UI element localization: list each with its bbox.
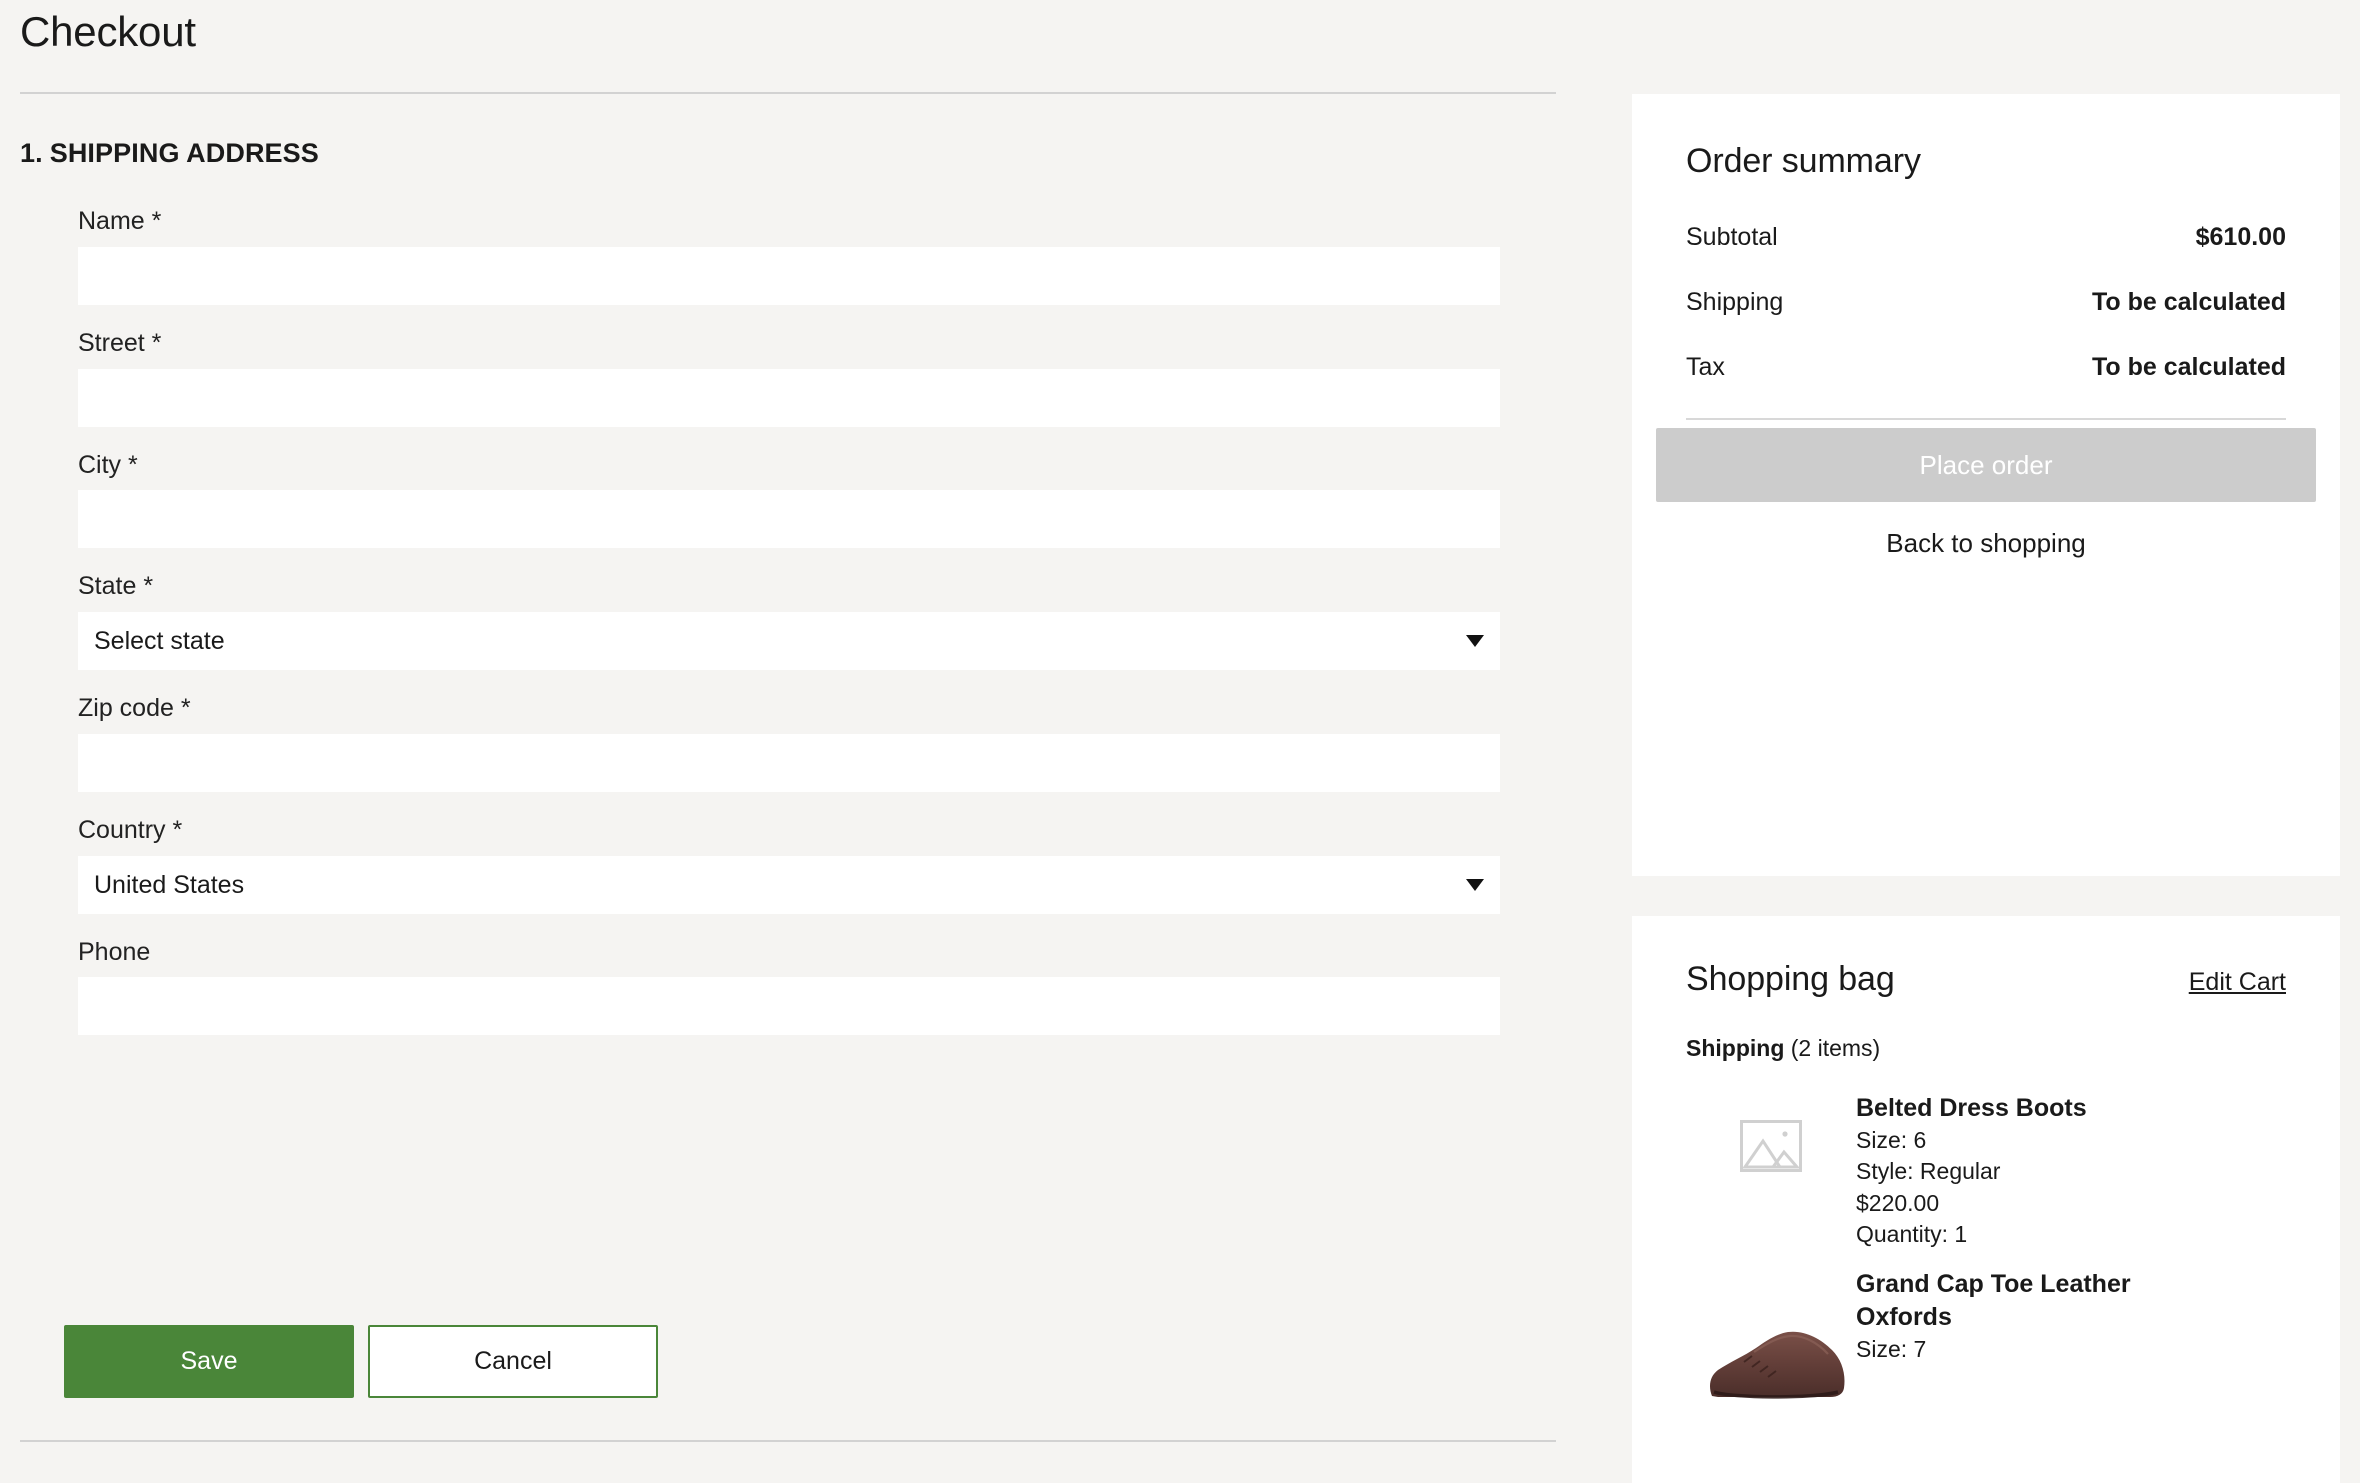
zip-code-input[interactable] bbox=[78, 733, 1500, 792]
field-name: Name * bbox=[78, 205, 1500, 305]
country-select[interactable]: United States bbox=[78, 855, 1500, 914]
summary-label-shipping: Shipping bbox=[1686, 288, 1784, 316]
summary-row-tax: Tax To be calculated bbox=[1686, 353, 2286, 418]
name-input[interactable] bbox=[78, 246, 1500, 305]
place-order-button[interactable]: Place order bbox=[1656, 428, 2316, 502]
product-details: Belted Dress Boots Size: 6 Style: Regula… bbox=[1856, 1090, 2087, 1250]
edit-cart-link[interactable]: Edit Cart bbox=[2189, 968, 2286, 997]
field-state: State * Select state bbox=[78, 570, 1500, 670]
section-number: 1. bbox=[20, 138, 43, 168]
shopping-bag-card: Shopping bag Edit Cart Shipping (2 items… bbox=[1632, 916, 2340, 1483]
product-thumbnail bbox=[1686, 1090, 1856, 1202]
shipping-group-count: (2 items) bbox=[1790, 1035, 1881, 1061]
product-style: Style: Regular bbox=[1856, 1158, 2001, 1185]
city-input[interactable] bbox=[78, 490, 1500, 549]
product-details: Grand Cap Toe Leather Oxfords Size: 7 bbox=[1856, 1266, 2226, 1365]
summary-value-shipping: To be calculated bbox=[2091, 288, 2286, 316]
product-size: Size: 7 bbox=[1856, 1336, 1927, 1363]
field-street: Street * bbox=[78, 327, 1500, 427]
order-summary-title: Order summary bbox=[1686, 142, 1921, 180]
checkout-form-column: Checkout 1. SHIPPING ADDRESS Name * Stree… bbox=[0, 0, 1600, 1483]
header-divider bbox=[20, 92, 1556, 94]
back-to-shopping-link[interactable]: Back to shopping bbox=[1632, 528, 2340, 559]
summary-label-tax: Tax bbox=[1686, 353, 1725, 381]
field-label-country: Country * bbox=[78, 815, 183, 844]
product-size: Size: 6 bbox=[1856, 1127, 1927, 1153]
chevron-down-icon bbox=[1466, 635, 1484, 647]
shipping-address-heading: 1. SHIPPING ADDRESS bbox=[20, 138, 319, 169]
state-select-value: Select state bbox=[94, 627, 225, 655]
summary-value-subtotal: $610.00 bbox=[2195, 223, 2286, 251]
field-label-city: City * bbox=[78, 450, 138, 479]
page-title: Checkout bbox=[20, 8, 196, 55]
field-city: City * bbox=[78, 449, 1500, 549]
order-summary-body: Order summary Subtotal $610.00 Shipping … bbox=[1632, 94, 2340, 475]
state-select[interactable]: Select state bbox=[78, 612, 1500, 670]
shopping-bag-body: Shopping bag Edit Cart Shipping (2 items… bbox=[1632, 916, 2340, 1399]
field-country: Country * United States bbox=[78, 814, 1500, 914]
order-summary-card: Order summary Subtotal $610.00 Shipping … bbox=[1632, 94, 2340, 876]
field-label-phone: Phone bbox=[78, 937, 151, 966]
image-placeholder-icon bbox=[1740, 1120, 1802, 1172]
cancel-button[interactable]: Cancel bbox=[368, 1325, 658, 1398]
field-label-street: Street * bbox=[78, 328, 162, 357]
brown-oxford-shoe-photo bbox=[1710, 1331, 1845, 1399]
shipping-group-name: Shipping bbox=[1686, 1035, 1785, 1061]
list-item[interactable]: Grand Cap Toe Leather Oxfords Size: 7 bbox=[1686, 1266, 2286, 1399]
summary-row-shipping: Shipping To be calculated bbox=[1686, 288, 2286, 353]
list-item[interactable]: Belted Dress Boots Size: 6 Style: Regula… bbox=[1686, 1090, 2286, 1250]
country-select-value: United States bbox=[94, 870, 245, 899]
shopping-bag-items: Belted Dress Boots Size: 6 Style: Regula… bbox=[1686, 1090, 2286, 1399]
shipping-address-form: Name * Street * City * State * Select st… bbox=[78, 205, 1500, 1057]
section-title: SHIPPING ADDRESS bbox=[49, 138, 319, 168]
summary-label-subtotal: Subtotal bbox=[1686, 223, 1778, 251]
field-label-zip-code: Zip code * bbox=[78, 694, 191, 722]
shopping-bag-title: Shopping bag bbox=[1686, 960, 1895, 998]
summary-value-tax: To be calculated bbox=[2091, 353, 2286, 381]
field-zip-code: Zip code * bbox=[78, 692, 1500, 792]
order-sidebar-column: Order summary Subtotal $610.00 Shipping … bbox=[1632, 0, 2340, 1483]
product-thumbnail bbox=[1686, 1266, 1856, 1399]
footer-divider bbox=[20, 1440, 1556, 1442]
street-input[interactable] bbox=[78, 368, 1500, 427]
shopping-bag-header: Shopping bag Edit Cart bbox=[1686, 960, 2286, 999]
product-name: Grand Cap Toe Leather Oxfords bbox=[1856, 1270, 2131, 1332]
summary-total-divider bbox=[1686, 418, 2286, 420]
summary-row-subtotal: Subtotal $610.00 bbox=[1686, 223, 2286, 288]
field-phone: Phone bbox=[78, 936, 1500, 1036]
field-label-state: State * bbox=[78, 572, 154, 601]
shipping-group-label: Shipping (2 items) bbox=[1686, 1035, 2286, 1062]
product-name: Belted Dress Boots bbox=[1856, 1094, 2087, 1122]
field-label-name: Name * bbox=[78, 207, 162, 235]
product-price: $220.00 bbox=[1856, 1189, 1940, 1216]
product-quantity: Quantity: 1 bbox=[1856, 1220, 1968, 1247]
form-actions: Save Cancel bbox=[64, 1325, 658, 1398]
phone-input[interactable] bbox=[78, 977, 1500, 1036]
chevron-down-icon bbox=[1466, 878, 1484, 891]
save-button[interactable]: Save bbox=[64, 1325, 354, 1398]
